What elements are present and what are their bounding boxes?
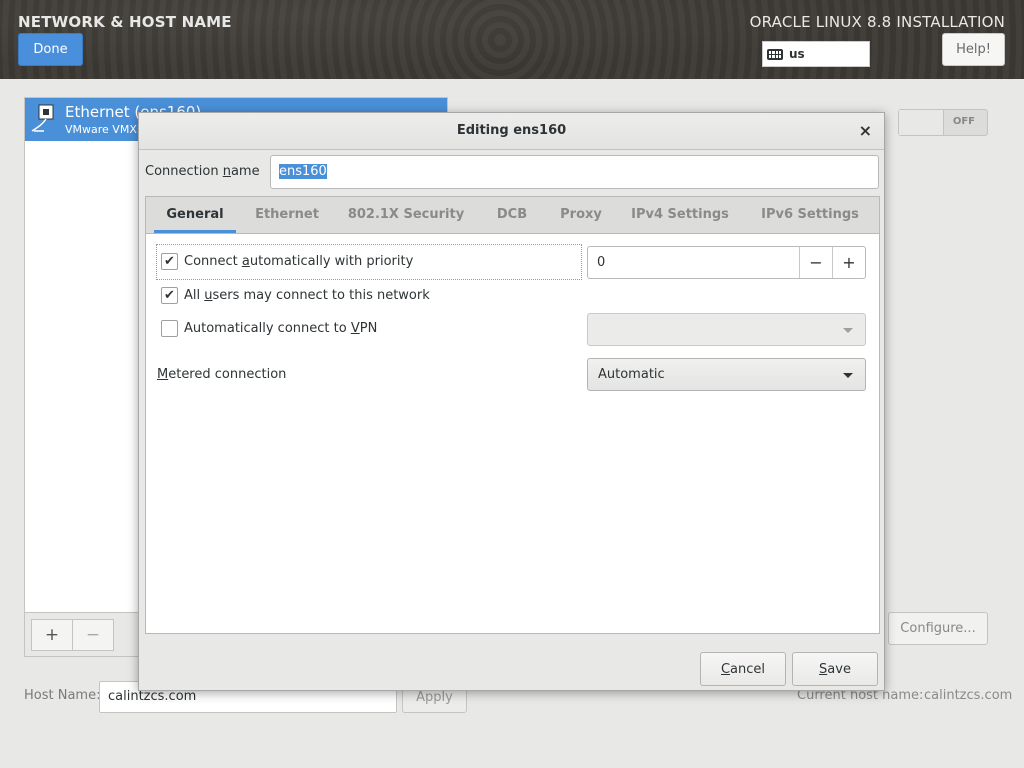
connection-name-label: Connection name — [145, 164, 260, 179]
auto-vpn-checkbox[interactable] — [161, 320, 178, 337]
product-title: ORACLE LINUX 8.8 INSTALLATION — [749, 13, 1005, 31]
tab-proxy[interactable]: Proxy — [551, 197, 611, 233]
connection-name-input[interactable]: ens160 — [270, 155, 879, 189]
auto-vpn-row[interactable]: Automatically connect to VPN — [161, 320, 377, 337]
host-name-label: Host Name: — [24, 688, 101, 703]
current-host-name-value: calintzcs.com — [924, 688, 1013, 703]
keyboard-icon — [767, 48, 783, 60]
auto-connect-label: Connect automatically with priority — [184, 254, 414, 269]
tab-bar: General Ethernet 802.1X Security DCB Pro… — [146, 197, 879, 234]
keyboard-layout-label: us — [789, 47, 805, 61]
tab-dcb[interactable]: DCB — [483, 197, 541, 233]
metered-connection-value: Automatic — [598, 367, 665, 382]
save-button[interactable]: Save — [792, 652, 878, 686]
tab-ipv4-settings[interactable]: IPv4 Settings — [624, 197, 736, 233]
done-button[interactable]: Done — [18, 33, 83, 66]
metered-connection-select[interactable]: Automatic — [587, 358, 866, 391]
help-button[interactable]: Help! — [942, 33, 1005, 66]
installer-header: NETWORK & HOST NAME Done ORACLE LINUX 8.… — [0, 0, 1024, 79]
auto-connect-checkbox[interactable]: ✔ — [161, 253, 178, 270]
keyboard-layout-indicator[interactable]: us — [762, 41, 870, 67]
chevron-down-icon — [843, 328, 853, 333]
spoke-title: NETWORK & HOST NAME — [18, 13, 232, 31]
all-users-label: All users may connect to this network — [184, 288, 430, 303]
close-icon[interactable]: × — [859, 121, 872, 140]
priority-value[interactable]: 0 — [597, 255, 605, 270]
chevron-down-icon — [843, 373, 853, 378]
tab-ethernet[interactable]: Ethernet — [244, 197, 330, 233]
all-users-checkbox[interactable]: ✔ — [161, 287, 178, 304]
increment-button[interactable]: + — [832, 247, 865, 278]
switch-state-label: OFF — [952, 116, 975, 127]
metered-connection-label: Metered connection — [157, 367, 287, 382]
tab-general[interactable]: General — [154, 197, 236, 233]
tab-ipv6-settings[interactable]: IPv6 Settings — [753, 197, 867, 233]
all-users-row[interactable]: ✔ All users may connect to this network — [161, 287, 430, 304]
device-toggle-switch[interactable]: OFF — [898, 109, 988, 136]
connection-name-value: ens160 — [279, 164, 327, 179]
auto-connect-row[interactable]: ✔ Connect automatically with priority — [161, 253, 413, 270]
vpn-select[interactable] — [587, 313, 866, 346]
dialog-title: Editing ens160 — [456, 123, 567, 138]
configure-button[interactable]: Configure... — [888, 612, 988, 645]
add-device-button[interactable]: + — [31, 619, 73, 651]
editing-connection-dialog: Editing ens160 × Connection name ens160 … — [138, 112, 885, 691]
auto-vpn-label: Automatically connect to VPN — [184, 321, 378, 336]
cancel-button[interactable]: Cancel — [700, 652, 786, 686]
ethernet-icon — [31, 104, 54, 132]
remove-device-button[interactable]: − — [72, 619, 114, 651]
decrement-button[interactable]: − — [799, 247, 832, 278]
priority-spinner[interactable]: 0 − + — [587, 246, 866, 279]
tab-802-1x-security[interactable]: 802.1X Security — [341, 197, 471, 233]
device-subtitle: VMware VMXN — [65, 123, 146, 136]
dialog-titlebar: Editing ens160 × — [139, 113, 884, 150]
switch-knob — [899, 110, 944, 135]
